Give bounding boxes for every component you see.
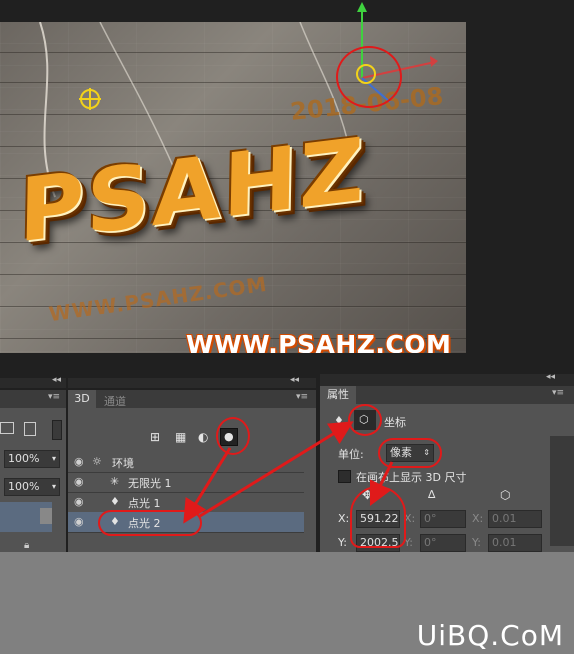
watermark-text: UiBQ.CoM <box>416 619 564 652</box>
